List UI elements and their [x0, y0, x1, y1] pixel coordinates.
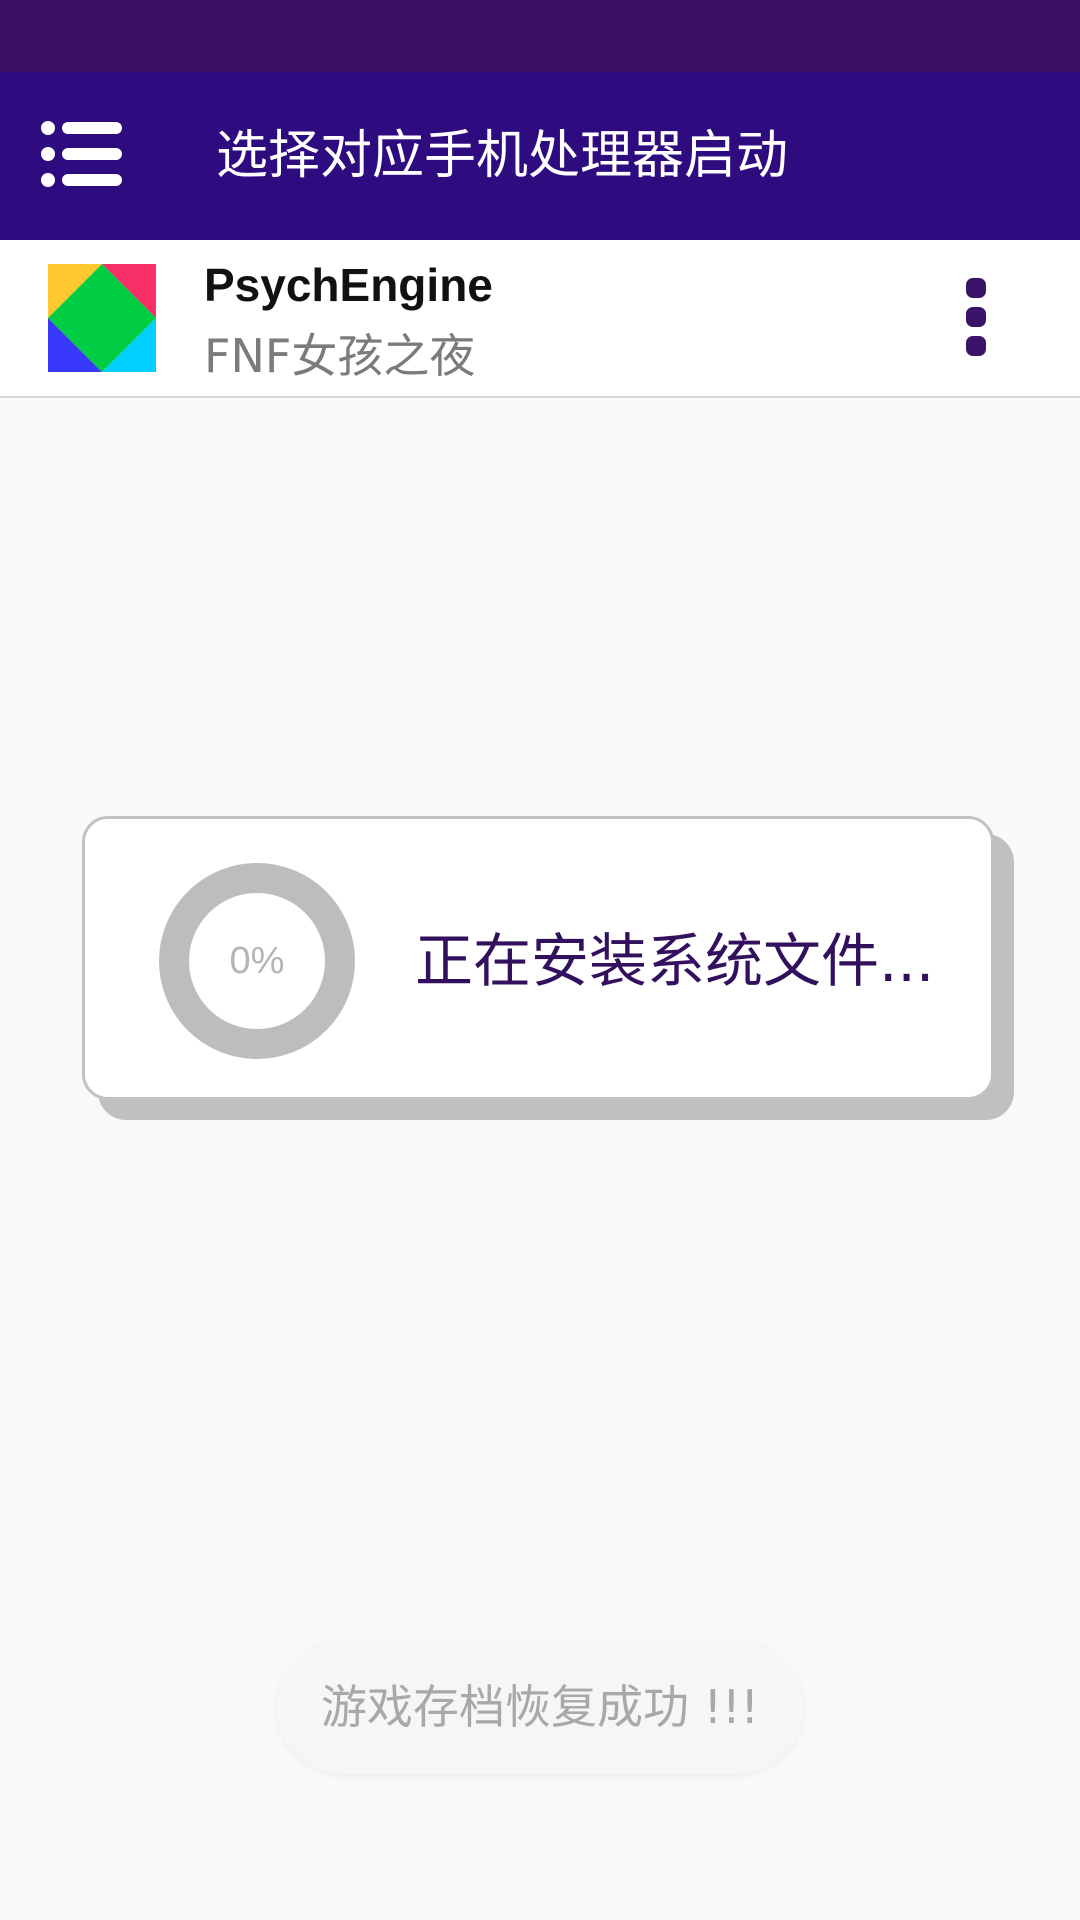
app-logo: [48, 264, 156, 372]
app-list-item[interactable]: PsychEngine FNF女孩之夜: [0, 240, 1080, 398]
dialog-message: 正在安装系统文件...: [415, 927, 935, 995]
app-bar-title: 选择对应手机处理器启动: [216, 126, 789, 186]
install-progress-dialog: 0% 正在安装系统文件...: [82, 816, 994, 1100]
menu-list-icon[interactable]: [40, 120, 124, 188]
app-subtitle: FNF女孩之夜: [204, 329, 476, 383]
toast-message: 游戏存档恢复成功 !!!: [276, 1640, 804, 1774]
more-vertical-icon[interactable]: [956, 270, 996, 366]
app-bar: 选择对应手机处理器启动: [0, 72, 1080, 240]
progress-percent-label: 0%: [229, 940, 285, 982]
status-bar: [0, 0, 1080, 72]
app-name: PsychEngine: [204, 259, 493, 311]
